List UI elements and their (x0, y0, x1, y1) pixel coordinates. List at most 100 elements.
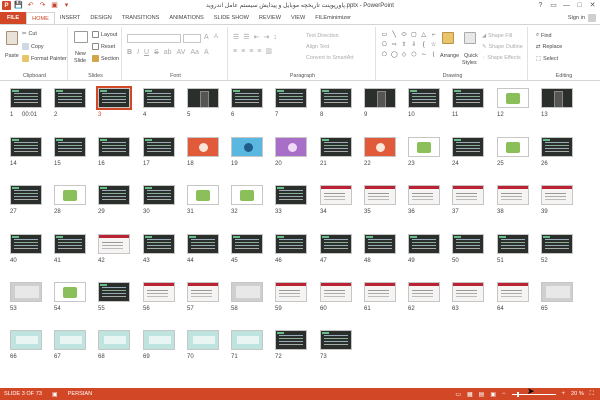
slide-thumbnail[interactable] (10, 88, 42, 108)
shape-triangle-icon[interactable]: △ (419, 30, 428, 39)
tab-design[interactable]: DESIGN (85, 12, 116, 24)
shape-effects-button[interactable]: ◌ Shape Effects (482, 55, 521, 61)
slide-thumbnail[interactable] (143, 88, 175, 108)
grow-font-icon[interactable]: A (204, 34, 209, 41)
slide-thumbnail[interactable] (452, 282, 484, 302)
slide-thumbnail[interactable] (187, 234, 219, 254)
slide-thumbnail[interactable] (497, 88, 529, 108)
slide-thumbnail[interactable] (231, 185, 263, 205)
section-button[interactable]: Section (92, 55, 119, 62)
slide-thumbnail[interactable] (54, 137, 86, 157)
shape-circle-icon[interactable]: ◯ (390, 51, 399, 60)
new-slide-label[interactable]: Slide (74, 58, 86, 64)
slide-thumbnail[interactable] (452, 185, 484, 205)
shape-fill-button[interactable]: ◢ Shape Fill (482, 33, 512, 39)
close-icon[interactable]: ✕ (587, 0, 598, 10)
slide-thumbnail[interactable] (187, 137, 219, 157)
slide-thumbnail[interactable] (408, 137, 440, 157)
shape-pentagon-icon[interactable]: ⬠ (380, 51, 389, 60)
convert-smartart-button[interactable]: Convert to SmartArt (306, 55, 354, 61)
tab-review[interactable]: REVIEW (254, 12, 286, 24)
slide-thumbnail[interactable] (452, 88, 484, 108)
slide-thumbnail[interactable] (497, 137, 529, 157)
copy-button[interactable]: Copy (22, 43, 44, 50)
slide-thumbnail[interactable] (54, 282, 86, 302)
align-text-button[interactable]: Align Text (306, 44, 329, 50)
shape-oval-icon[interactable]: ⬭ (400, 30, 409, 39)
new-slide-icon[interactable] (74, 31, 88, 43)
shape-arrow-down-icon[interactable]: ⇩ (409, 40, 418, 49)
slide-thumbnail[interactable] (320, 234, 352, 254)
font-format-buttons[interactable]: B I U Sab AV Aa A (127, 49, 209, 56)
select-button[interactable]: ⬚ Select (536, 56, 558, 62)
shape-rectangle-icon[interactable]: ▭ (380, 30, 389, 39)
shape-brace-icon[interactable]: { (419, 40, 428, 49)
shape-arrow-right-icon[interactable]: ⇨ (390, 40, 399, 49)
slide-thumbnail[interactable] (10, 234, 42, 254)
spellcheck-icon[interactable]: ▣ (52, 391, 58, 398)
slide-thumbnail[interactable] (364, 88, 396, 108)
slide-thumbnail[interactable] (231, 330, 263, 350)
paste-icon[interactable] (6, 31, 18, 45)
slide-thumbnail[interactable] (54, 88, 86, 108)
slide-thumbnail[interactable] (497, 185, 529, 205)
slide-thumbnail[interactable] (275, 234, 307, 254)
slide-thumbnail[interactable] (10, 282, 42, 302)
tab-transitions[interactable]: TRANSITIONS (117, 12, 165, 24)
shape-star-icon[interactable]: ☆ (429, 40, 438, 49)
slide-thumbnail[interactable] (275, 185, 307, 205)
tab-fileminimizer[interactable]: FILEminimizer (310, 12, 356, 24)
slideshow-view-icon[interactable]: ▣ (490, 391, 496, 398)
help-icon[interactable]: ? (535, 0, 546, 10)
slide-thumbnail[interactable] (275, 282, 307, 302)
slide-thumbnail[interactable] (364, 137, 396, 157)
slide-thumbnail[interactable] (364, 282, 396, 302)
slide-thumbnail[interactable] (275, 137, 307, 157)
slide-thumbnail[interactable] (54, 234, 86, 254)
slide-thumbnail[interactable] (54, 330, 86, 350)
slide-thumbnail[interactable] (98, 185, 130, 205)
slide-thumbnail[interactable] (320, 282, 352, 302)
shape-wave-icon[interactable]: ∼ (419, 51, 428, 60)
normal-view-icon[interactable]: ▭ (455, 391, 461, 398)
slide-thumbnail[interactable] (231, 137, 263, 157)
slide-thumbnail[interactable] (231, 282, 263, 302)
slide-thumbnail[interactable] (98, 234, 130, 254)
slide-thumbnail[interactable] (320, 185, 352, 205)
shape-elbow-icon[interactable]: ⌐ (429, 30, 438, 39)
shape-hexagon2-icon[interactable]: ⬡ (409, 51, 418, 60)
zoom-slider-thumb[interactable] (516, 391, 519, 397)
shape-rounded-icon[interactable]: ▢ (409, 30, 418, 39)
shapes-gallery[interactable]: ▭ ╲ ⬭ ▢ △ ⌐ ⎔ ⇨ ⇧ ⇩ { ☆ ⬠ ◯ ◇ ⬡ ∼ ⟨ (380, 30, 438, 60)
quick-styles-icon[interactable] (464, 32, 476, 44)
slide-thumbnail[interactable] (187, 282, 219, 302)
shape-hexagon-icon[interactable]: ⎔ (380, 40, 389, 49)
slide-thumbnail[interactable] (364, 234, 396, 254)
slide-thumbnail[interactable] (497, 282, 529, 302)
slide-thumbnail[interactable] (143, 137, 175, 157)
font-name-combo[interactable] (127, 34, 181, 43)
slide-thumbnail[interactable] (98, 330, 130, 350)
shape-diamond-icon[interactable]: ◇ (400, 51, 409, 60)
slide-thumbnail[interactable] (275, 88, 307, 108)
paste-button[interactable]: Paste (5, 53, 19, 59)
reading-view-icon[interactable]: ▤ (479, 391, 485, 398)
slide-thumbnail[interactable] (408, 234, 440, 254)
layout-button[interactable]: Layout (92, 31, 117, 38)
slide-thumbnail[interactable] (497, 234, 529, 254)
slide-thumbnail[interactable] (96, 86, 132, 110)
slide-thumbnail[interactable] (408, 185, 440, 205)
language-indicator[interactable]: PERSIAN (68, 391, 93, 397)
format-painter-button[interactable]: Format Painter (22, 55, 67, 62)
shape-outline-button[interactable]: ✎ Shape Outline (482, 44, 523, 50)
slide-thumbnail[interactable] (541, 185, 573, 205)
minimize-icon[interactable]: — (561, 0, 572, 10)
slide-sorter[interactable]: 1 00:01 2 3 4 5 6 7 8 9 10 11 12 13 14 15 16 17 18 19 20 21 22… (0, 82, 600, 388)
tab-view[interactable]: VIEW (286, 12, 310, 24)
slide-thumbnail[interactable] (98, 282, 130, 302)
sign-in[interactable]: Sign in (568, 14, 596, 22)
zoom-level[interactable]: 20 % (571, 391, 584, 397)
quick-styles-button[interactable]: Quick (464, 53, 478, 59)
slide-thumbnail[interactable] (320, 137, 352, 157)
arrange-icon[interactable] (442, 32, 454, 44)
